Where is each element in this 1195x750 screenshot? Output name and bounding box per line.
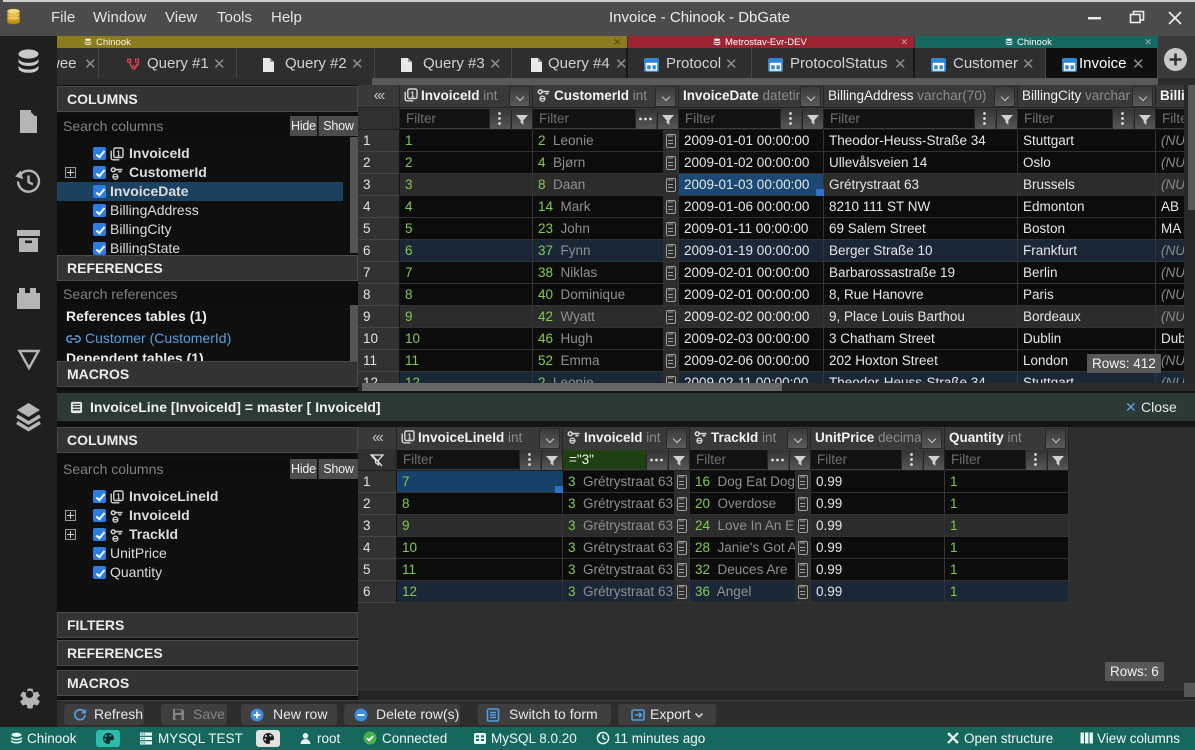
svg-text:1: 1 <box>116 149 121 158</box>
svg-text:1: 1 <box>407 432 412 441</box>
svg-text:1: 1 <box>410 90 415 99</box>
svg-text:1: 1 <box>116 492 121 501</box>
